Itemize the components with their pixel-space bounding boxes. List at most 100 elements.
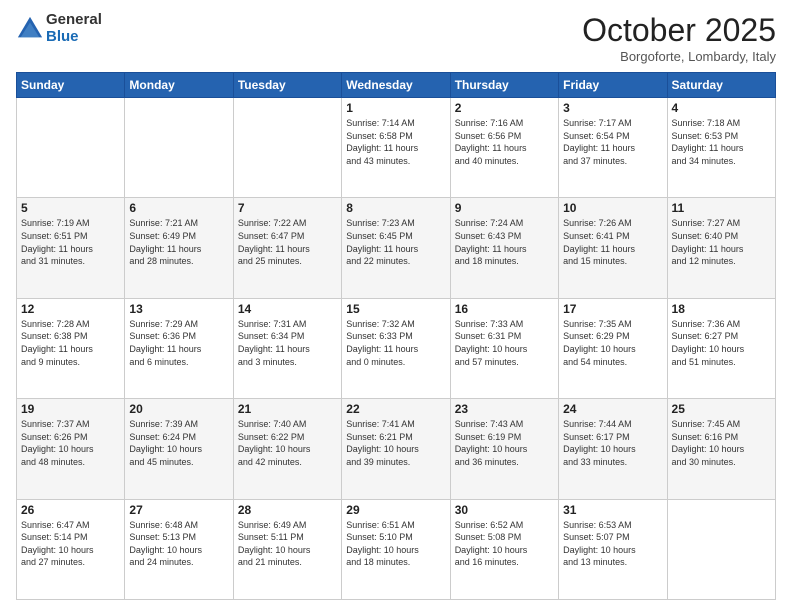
day-info: Sunrise: 6:47 AM Sunset: 5:14 PM Dayligh… <box>21 519 120 569</box>
calendar-cell: 1 Sunrise: 7:14 AM Sunset: 6:58 PM Daylig… <box>342 98 450 198</box>
calendar-cell: 29 Sunrise: 6:51 AM Sunset: 5:10 PM Dayli… <box>342 499 450 599</box>
logo: General Blue <box>16 12 102 45</box>
calendar-cell: 13Sunrise: 7:29 AM Sunset: 6:36 PM Dayli… <box>125 298 233 398</box>
day-info: Sunrise: 7:28 AM Sunset: 6:38 PM Dayligh… <box>21 318 120 368</box>
subtitle: Borgoforte, Lombardy, Italy <box>582 49 776 64</box>
day-number: 25 <box>672 402 771 416</box>
day-number: 4 <box>672 101 771 115</box>
day-number: 31 <box>563 503 662 517</box>
calendar-cell: 9 Sunrise: 7:24 AM Sunset: 6:43 PM Daylig… <box>450 198 558 298</box>
calendar-cell: 6Sunrise: 7:21 AM Sunset: 6:49 PM Daylig… <box>125 198 233 298</box>
day-info: Sunrise: 7:19 AM Sunset: 6:51 PM Dayligh… <box>21 217 120 267</box>
calendar-cell: 11Sunrise: 7:27 AM Sunset: 6:40 PM Dayli… <box>667 198 775 298</box>
page: General Blue October 2025 Borgoforte, Lo… <box>0 0 792 612</box>
calendar-week-row: 26 Sunrise: 6:47 AM Sunset: 5:14 PM Dayli… <box>17 499 776 599</box>
day-number: 28 <box>238 503 337 517</box>
day-number: 3 <box>563 101 662 115</box>
day-number: 26 <box>21 503 120 517</box>
calendar-table: SundayMondayTuesdayWednesdayThursdayFrid… <box>16 72 776 600</box>
calendar-day-header: Monday <box>125 73 233 98</box>
calendar-cell: 16 Sunrise: 7:33 AM Sunset: 6:31 PM Dayli… <box>450 298 558 398</box>
day-number: 30 <box>455 503 554 517</box>
title-area: October 2025 Borgoforte, Lombardy, Italy <box>582 12 776 64</box>
logo-blue-text: Blue <box>46 29 102 46</box>
day-number: 27 <box>129 503 228 517</box>
day-info: Sunrise: 7:35 AM Sunset: 6:29 PM Dayligh… <box>563 318 662 368</box>
calendar-day-header: Friday <box>559 73 667 98</box>
calendar-day-header: Wednesday <box>342 73 450 98</box>
calendar-cell: 27 Sunrise: 6:48 AM Sunset: 5:13 PM Dayli… <box>125 499 233 599</box>
calendar-cell: 21Sunrise: 7:40 AM Sunset: 6:22 PM Dayli… <box>233 399 341 499</box>
day-info: Sunrise: 7:23 AM Sunset: 6:45 PM Dayligh… <box>346 217 445 267</box>
day-info: Sunrise: 7:31 AM Sunset: 6:34 PM Dayligh… <box>238 318 337 368</box>
calendar-cell: 5 Sunrise: 7:19 AM Sunset: 6:51 PM Daylig… <box>17 198 125 298</box>
calendar-cell: 19 Sunrise: 7:37 AM Sunset: 6:26 PM Dayli… <box>17 399 125 499</box>
calendar-cell <box>233 98 341 198</box>
day-number: 16 <box>455 302 554 316</box>
day-info: Sunrise: 6:52 AM Sunset: 5:08 PM Dayligh… <box>455 519 554 569</box>
logo-icon <box>16 15 44 43</box>
day-number: 24 <box>563 402 662 416</box>
day-info: Sunrise: 7:40 AM Sunset: 6:22 PM Dayligh… <box>238 418 337 468</box>
calendar-cell: 26 Sunrise: 6:47 AM Sunset: 5:14 PM Dayli… <box>17 499 125 599</box>
calendar-cell: 10Sunrise: 7:26 AM Sunset: 6:41 PM Dayli… <box>559 198 667 298</box>
day-number: 7 <box>238 201 337 215</box>
day-info: Sunrise: 7:33 AM Sunset: 6:31 PM Dayligh… <box>455 318 554 368</box>
day-number: 20 <box>129 402 228 416</box>
day-info: Sunrise: 7:14 AM Sunset: 6:58 PM Dayligh… <box>346 117 445 167</box>
day-number: 23 <box>455 402 554 416</box>
day-number: 5 <box>21 201 120 215</box>
day-number: 19 <box>21 402 120 416</box>
day-number: 8 <box>346 201 445 215</box>
calendar-cell: 22 Sunrise: 7:41 AM Sunset: 6:21 PM Dayli… <box>342 399 450 499</box>
day-info: Sunrise: 6:51 AM Sunset: 5:10 PM Dayligh… <box>346 519 445 569</box>
day-number: 29 <box>346 503 445 517</box>
calendar-cell <box>667 499 775 599</box>
calendar-week-row: 1 Sunrise: 7:14 AM Sunset: 6:58 PM Daylig… <box>17 98 776 198</box>
day-number: 11 <box>672 201 771 215</box>
logo-text: General Blue <box>46 12 102 45</box>
day-number: 10 <box>563 201 662 215</box>
day-info: Sunrise: 7:18 AM Sunset: 6:53 PM Dayligh… <box>672 117 771 167</box>
month-title: October 2025 <box>582 12 776 49</box>
calendar-week-row: 19 Sunrise: 7:37 AM Sunset: 6:26 PM Dayli… <box>17 399 776 499</box>
day-info: Sunrise: 7:45 AM Sunset: 6:16 PM Dayligh… <box>672 418 771 468</box>
day-number: 1 <box>346 101 445 115</box>
day-info: Sunrise: 6:53 AM Sunset: 5:07 PM Dayligh… <box>563 519 662 569</box>
header: General Blue October 2025 Borgoforte, Lo… <box>16 12 776 64</box>
day-info: Sunrise: 7:24 AM Sunset: 6:43 PM Dayligh… <box>455 217 554 267</box>
day-info: Sunrise: 6:48 AM Sunset: 5:13 PM Dayligh… <box>129 519 228 569</box>
day-number: 2 <box>455 101 554 115</box>
calendar-cell <box>125 98 233 198</box>
day-info: Sunrise: 7:17 AM Sunset: 6:54 PM Dayligh… <box>563 117 662 167</box>
calendar-day-header: Sunday <box>17 73 125 98</box>
day-info: Sunrise: 7:29 AM Sunset: 6:36 PM Dayligh… <box>129 318 228 368</box>
day-number: 18 <box>672 302 771 316</box>
calendar-cell: 23Sunrise: 7:43 AM Sunset: 6:19 PM Dayli… <box>450 399 558 499</box>
calendar-cell: 12 Sunrise: 7:28 AM Sunset: 6:38 PM Dayli… <box>17 298 125 398</box>
day-info: Sunrise: 7:37 AM Sunset: 6:26 PM Dayligh… <box>21 418 120 468</box>
day-info: Sunrise: 7:22 AM Sunset: 6:47 PM Dayligh… <box>238 217 337 267</box>
calendar-cell: 20Sunrise: 7:39 AM Sunset: 6:24 PM Dayli… <box>125 399 233 499</box>
day-info: Sunrise: 7:44 AM Sunset: 6:17 PM Dayligh… <box>563 418 662 468</box>
calendar-cell: 2 Sunrise: 7:16 AM Sunset: 6:56 PM Daylig… <box>450 98 558 198</box>
day-number: 9 <box>455 201 554 215</box>
calendar-cell: 31 Sunrise: 6:53 AM Sunset: 5:07 PM Dayli… <box>559 499 667 599</box>
calendar-cell: 25 Sunrise: 7:45 AM Sunset: 6:16 PM Dayli… <box>667 399 775 499</box>
calendar-header-row: SundayMondayTuesdayWednesdayThursdayFrid… <box>17 73 776 98</box>
calendar-cell: 24 Sunrise: 7:44 AM Sunset: 6:17 PM Dayli… <box>559 399 667 499</box>
day-number: 15 <box>346 302 445 316</box>
calendar-cell: 14 Sunrise: 7:31 AM Sunset: 6:34 PM Dayli… <box>233 298 341 398</box>
day-info: Sunrise: 7:16 AM Sunset: 6:56 PM Dayligh… <box>455 117 554 167</box>
calendar-week-row: 12 Sunrise: 7:28 AM Sunset: 6:38 PM Dayli… <box>17 298 776 398</box>
calendar-cell: 30 Sunrise: 6:52 AM Sunset: 5:08 PM Dayli… <box>450 499 558 599</box>
calendar-cell: 4 Sunrise: 7:18 AM Sunset: 6:53 PM Daylig… <box>667 98 775 198</box>
day-number: 22 <box>346 402 445 416</box>
day-number: 17 <box>563 302 662 316</box>
day-number: 12 <box>21 302 120 316</box>
day-info: Sunrise: 7:41 AM Sunset: 6:21 PM Dayligh… <box>346 418 445 468</box>
day-number: 14 <box>238 302 337 316</box>
calendar-cell: 18Sunrise: 7:36 AM Sunset: 6:27 PM Dayli… <box>667 298 775 398</box>
calendar-cell: 28Sunrise: 6:49 AM Sunset: 5:11 PM Dayli… <box>233 499 341 599</box>
calendar-cell: 15Sunrise: 7:32 AM Sunset: 6:33 PM Dayli… <box>342 298 450 398</box>
